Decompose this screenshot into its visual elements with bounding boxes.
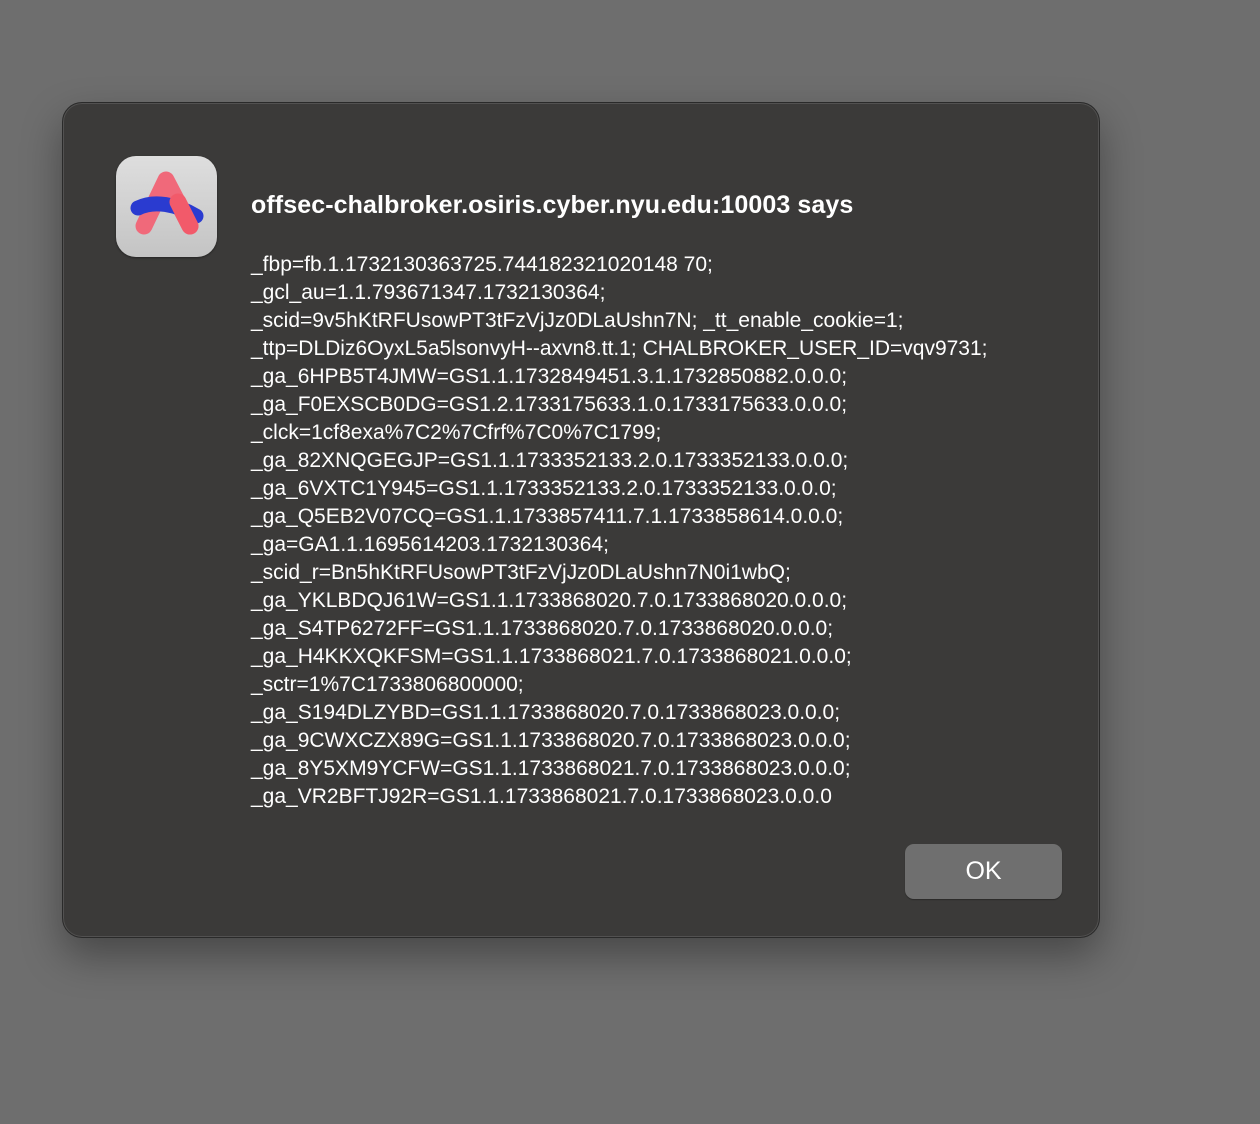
- message-line: _ttp=DLDiz6OyxL5a5lsonvyH--axvn8.tt.1; C…: [251, 337, 988, 360]
- message-line: _scid=9v5hKtRFUsowPT3tFzVjJz0DLaUshn7N; …: [251, 309, 904, 332]
- message-line: _ga_S194DLZYBD=GS1.1.1733868020.7.0.1733…: [251, 701, 841, 724]
- message-line: _ga_9CWXCZX89G=GS1.1.1733868020.7.0.1733…: [251, 729, 851, 752]
- dialog-message: _fbp=fb.1.1732130363725.744182321020148 …: [251, 251, 1081, 811]
- message-line: _ga_H4KKXQKFSM=GS1.1.1733868021.7.0.1733…: [251, 645, 852, 668]
- message-line: _clck=1cf8exa%7C2%7Cfrf%7C0%7C1799;: [251, 421, 662, 444]
- arc-browser-icon: [116, 156, 217, 257]
- message-line: _ga_VR2BFTJ92R=GS1.1.1733868021.7.0.1733…: [251, 785, 832, 808]
- message-line: _gcl_au=1.1.793671347.1732130364;: [251, 281, 606, 304]
- message-line: _sctr=1%7C1733806800000;: [251, 673, 524, 696]
- alert-dialog: offsec-chalbroker.osiris.cyber.nyu.edu:1…: [62, 102, 1100, 938]
- message-line: _ga=GA1.1.1695614203.1732130364;: [251, 533, 609, 556]
- message-line: _ga_8Y5XM9YCFW=GS1.1.1733868021.7.0.1733…: [251, 757, 851, 780]
- message-line: _ga_S4TP6272FF=GS1.1.1733868020.7.0.1733…: [251, 617, 834, 640]
- ok-button[interactable]: OK: [905, 844, 1062, 899]
- message-line: _fbp=fb.1.1732130363725.744182321020148 …: [251, 253, 713, 276]
- dialog-title: offsec-chalbroker.osiris.cyber.nyu.edu:1…: [251, 191, 854, 219]
- message-line: _ga_6HPB5T4JMW=GS1.1.1732849451.3.1.1732…: [251, 365, 848, 388]
- message-line: _ga_6VXTC1Y945=GS1.1.1733352133.2.0.1733…: [251, 477, 837, 500]
- message-line: _ga_YKLBDQJ61W=GS1.1.1733868020.7.0.1733…: [251, 589, 848, 612]
- message-line: _ga_82XNQGEGJP=GS1.1.1733352133.2.0.1733…: [251, 449, 849, 472]
- message-line: _scid_r=Bn5hKtRFUsowPT3tFzVjJz0DLaUshn7N…: [251, 561, 791, 584]
- message-line: _ga_Q5EB2V07CQ=GS1.1.1733857411.7.1.1733…: [251, 505, 844, 528]
- message-line: _ga_F0EXSCB0DG=GS1.2.1733175633.1.0.1733…: [251, 393, 848, 416]
- arc-logo-graphic: [130, 171, 204, 235]
